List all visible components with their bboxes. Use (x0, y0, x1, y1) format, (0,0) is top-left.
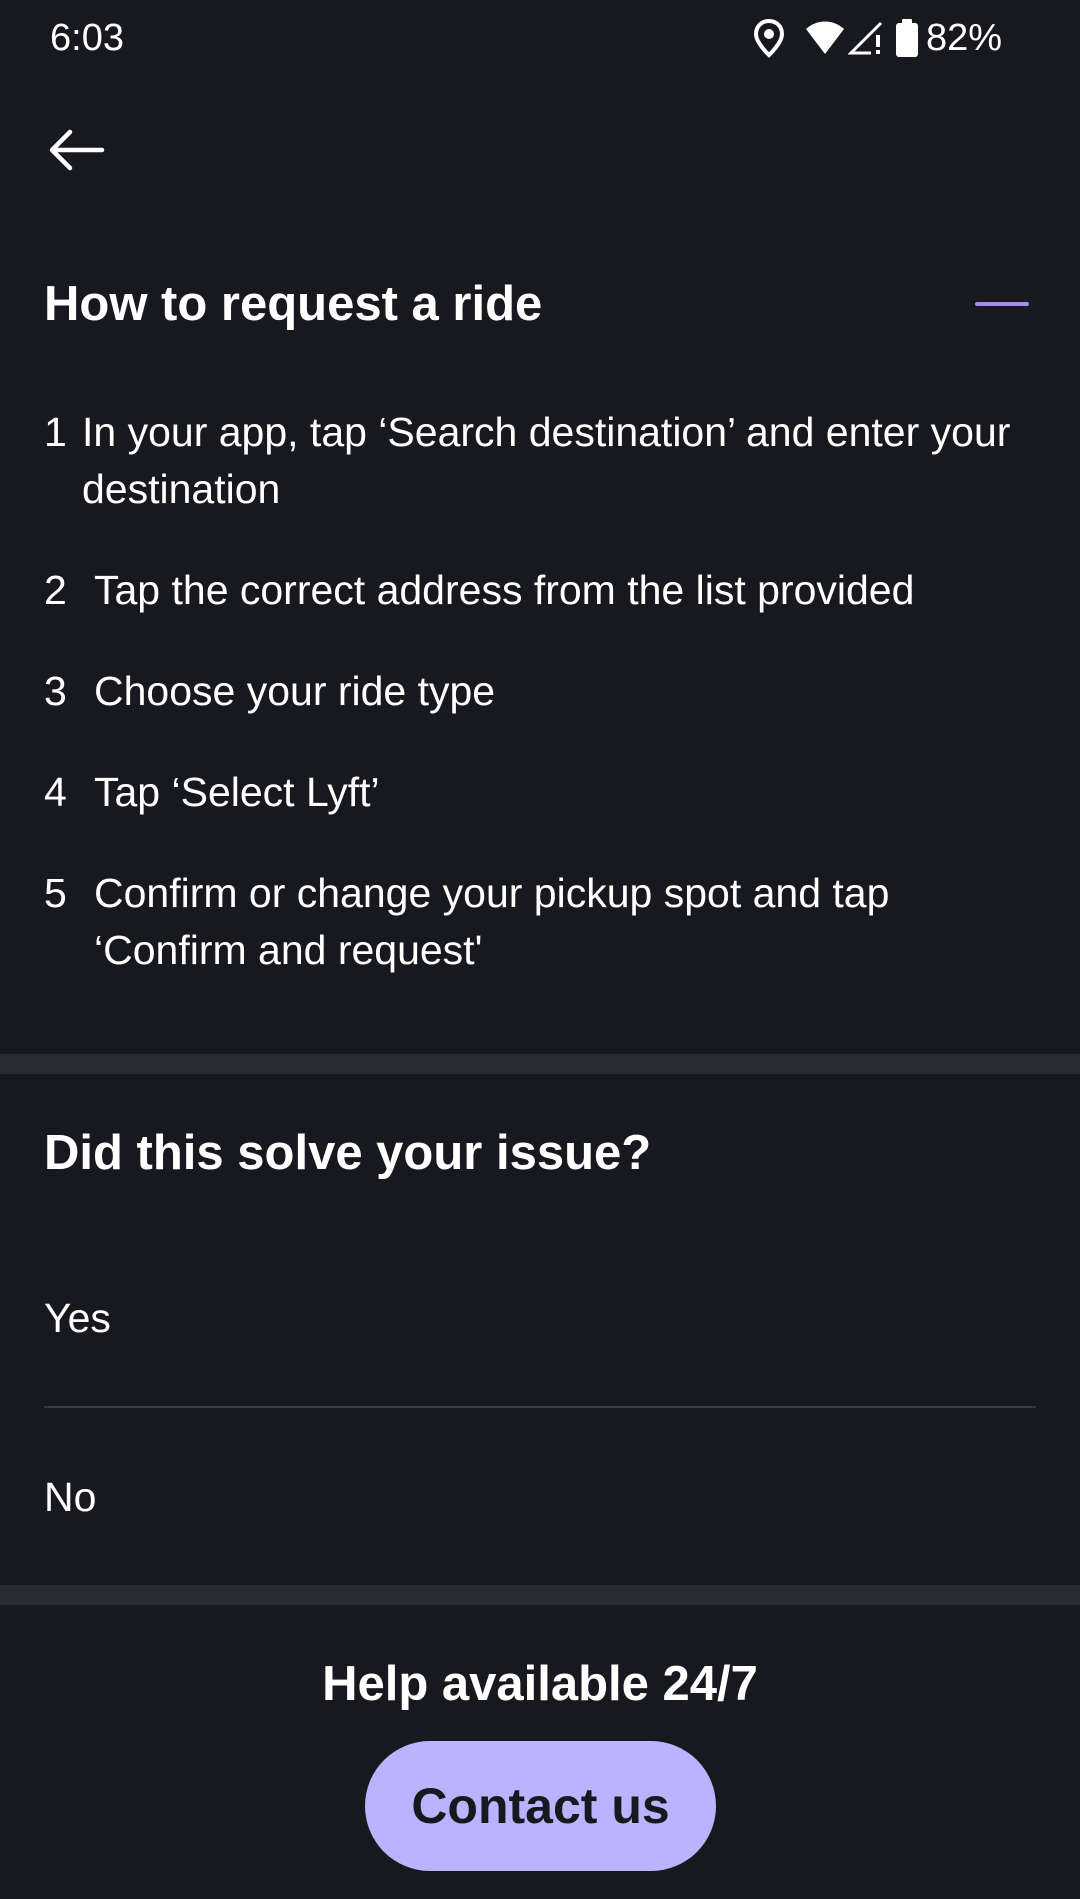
step-text: Tap ‘Select Lyft’ (94, 769, 380, 815)
status-icons: 82% (752, 14, 1002, 62)
step-item: 3 Choose your ride type (44, 663, 1024, 720)
step-number: 2 (44, 567, 67, 613)
steps-list: 1 In your app, tap ‘Search destination’ … (44, 404, 1024, 1023)
signal-icon (847, 20, 884, 56)
step-number: 3 (44, 668, 67, 714)
step-item: 5 Confirm or change your pickup spot and… (44, 865, 1024, 979)
step-number: 5 (44, 870, 67, 916)
feedback-option-label: Yes (44, 1294, 111, 1341)
section-divider (0, 1054, 1080, 1074)
section-divider (0, 1585, 1080, 1605)
collapse-toggle[interactable] (966, 280, 1030, 328)
step-number: 4 (44, 769, 67, 815)
step-item: 1 In your app, tap ‘Search destination’ … (44, 404, 1024, 518)
feedback-no-option[interactable]: No (44, 1437, 1036, 1557)
minus-icon (975, 302, 1029, 306)
step-item: 4 Tap ‘Select Lyft’ (44, 764, 1024, 821)
back-button[interactable] (40, 120, 112, 184)
step-text: Tap the correct address from the list pr… (94, 567, 915, 613)
step-text: In your app, tap ‘Search destination’ an… (82, 409, 1011, 512)
arrow-left-icon (46, 128, 106, 177)
section-title: How to request a ride (44, 277, 543, 331)
contact-us-button[interactable]: Contact us (365, 1741, 716, 1871)
feedback-yes-option[interactable]: Yes (44, 1258, 1036, 1378)
step-text: Choose your ride type (94, 668, 496, 714)
status-time: 6:03 (50, 17, 124, 59)
status-bar: 6:03 82% (0, 0, 1080, 76)
step-text: Confirm or change your pickup spot and t… (94, 870, 890, 973)
battery-icon (895, 19, 918, 57)
option-divider (44, 1406, 1036, 1408)
step-number: 1 (44, 409, 67, 455)
step-item: 2 Tap the correct address from the list … (44, 562, 1024, 619)
help-title: Help available 24/7 (322, 1657, 758, 1711)
battery-percentage: 82% (925, 17, 1002, 59)
feedback-title: Did this solve your issue? (44, 1126, 652, 1180)
feedback-option-label: No (44, 1473, 97, 1520)
wifi-icon (804, 20, 846, 56)
location-icon (752, 18, 786, 58)
